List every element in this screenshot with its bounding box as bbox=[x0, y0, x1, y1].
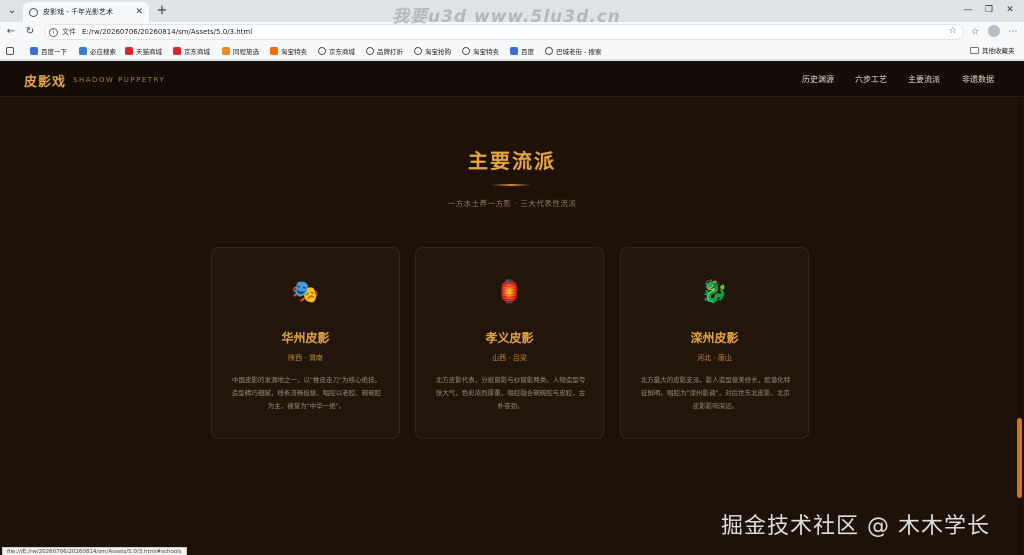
bookmark-favicon-icon bbox=[414, 47, 422, 55]
bookmark-label: 天猫商城 bbox=[136, 48, 162, 56]
nav-link-heritage-data[interactable]: 非遗数据 bbox=[962, 74, 994, 85]
nav-link-schools[interactable]: 主要流派 bbox=[908, 74, 940, 85]
nav-link-history[interactable]: 历史渊源 bbox=[802, 74, 834, 85]
refresh-icon[interactable]: ↻ bbox=[22, 24, 38, 40]
bookmark-item[interactable]: 京东商城 bbox=[318, 45, 355, 57]
page-scrollbar-thumb[interactable] bbox=[1017, 418, 1022, 498]
globe-icon bbox=[29, 7, 38, 17]
bookmark-item[interactable]: 京东商城 bbox=[173, 45, 210, 57]
bookmark-label: 百度一下 bbox=[41, 48, 67, 56]
school-card-luanzhou[interactable]: 🐉 滦州皮影 河北 · 唐山 北方最大的皮影支派，影人造型俊美修长，脸谱化特征鲜… bbox=[620, 247, 809, 439]
card-title: 滦州皮影 bbox=[690, 331, 739, 345]
bookmark-favicon-icon bbox=[125, 47, 133, 55]
favorites-icon[interactable]: ☆ bbox=[968, 25, 982, 39]
close-icon[interactable]: ✕ bbox=[135, 7, 143, 17]
bookmark-item[interactable]: 天猫商城 bbox=[125, 45, 162, 57]
info-icon[interactable]: i bbox=[49, 27, 58, 37]
card-region: 陕西 · 渭南 bbox=[288, 354, 323, 362]
card-title: 华州皮影 bbox=[281, 331, 330, 345]
bookmark-item[interactable]: 淘宝特卖 bbox=[462, 45, 499, 57]
bookmark-label: 巴城老街 - 搜索 bbox=[556, 48, 602, 56]
bookmark-label: 百度 bbox=[521, 48, 534, 56]
window-close-icon[interactable]: ✕ bbox=[1000, 2, 1020, 18]
favorite-star-icon[interactable]: ☆ bbox=[949, 26, 957, 36]
bookmark-item[interactable]: 必应搜索 bbox=[79, 45, 116, 57]
card-title: 孝义皮影 bbox=[485, 331, 534, 345]
site-header: 皮影戏 SHADOW PUPPETRY 历史渊源 六步工艺 主要流派 非遗数据 bbox=[0, 61, 1024, 97]
bookmark-favicon-icon bbox=[318, 47, 326, 55]
bookmark-item[interactable]: 百度一下 bbox=[30, 45, 67, 57]
bookmark-label: 品牌打折 bbox=[377, 48, 403, 56]
bookmark-favicon-icon bbox=[270, 47, 278, 55]
bookmark-label: 必应搜索 bbox=[90, 48, 116, 56]
card-description: 中国皮影的发源地之一，以"推皮走刀"为核心绝技。造型精巧细腻，线条流畅挺拔，唱腔… bbox=[231, 376, 382, 410]
site-logo[interactable]: 皮影戏 bbox=[24, 71, 66, 90]
bookmarks-bar: 百度一下 必应搜索 天猫商城 京东商城 同程旅选 淘宝特卖 京东商城 品牌打折 … bbox=[0, 42, 1024, 60]
bookmark-label: 同程旅选 bbox=[233, 48, 259, 56]
school-card-huazhou[interactable]: 🎭 华州皮影 陕西 · 渭南 中国皮影的发源地之一，以"推皮走刀"为核心绝技。造… bbox=[211, 247, 400, 439]
bookmark-label: 淘宝特卖 bbox=[473, 48, 499, 56]
page-viewport: 皮影戏 SHADOW PUPPETRY 历史渊源 六步工艺 主要流派 非遗数据 … bbox=[0, 61, 1024, 555]
profile-avatar[interactable] bbox=[988, 25, 1000, 37]
browser-tab-active[interactable]: 皮影戏 - 千年光影艺术 ✕ bbox=[23, 2, 149, 22]
bookmark-label: 淘宝抢购 bbox=[425, 48, 451, 56]
nav-link-craft[interactable]: 六步工艺 bbox=[855, 74, 887, 85]
title-divider bbox=[491, 184, 531, 186]
bookmark-favicon-icon bbox=[510, 47, 518, 55]
bookmark-favicon-icon bbox=[462, 47, 470, 55]
bookmark-item[interactable]: 品牌打折 bbox=[366, 45, 403, 57]
card-region: 河北 · 唐山 bbox=[697, 354, 732, 362]
minimize-icon[interactable]: — bbox=[958, 2, 978, 18]
new-tab-plus-icon[interactable]: + bbox=[154, 3, 170, 19]
bookmark-favicon-icon bbox=[173, 47, 181, 55]
back-arrow-icon[interactable]: ← bbox=[3, 24, 19, 40]
bookmark-favicon-icon bbox=[222, 47, 230, 55]
section-subtitle: 一方水土养一方影 · 三大代表性流派 bbox=[447, 199, 577, 208]
bookmark-favicon-icon bbox=[30, 47, 38, 55]
sidebar-toggle-icon[interactable] bbox=[6, 45, 17, 57]
link-status-bar: file:///E:/rw/20260706/20260814/sm/Asset… bbox=[2, 547, 187, 555]
bookmark-item[interactable]: 淘宝特卖 bbox=[270, 45, 307, 57]
opera-mask-icon: 🎭 bbox=[291, 280, 320, 305]
restore-icon[interactable]: ❐ bbox=[979, 2, 999, 18]
folder-icon bbox=[970, 46, 979, 54]
tab-list-chevron-icon[interactable]: ⌄ bbox=[4, 3, 20, 19]
more-menu-icon[interactable]: ⋯ bbox=[1006, 25, 1020, 39]
card-region: 山西 · 吕梁 bbox=[492, 354, 527, 362]
bookmark-favicon-icon bbox=[79, 47, 87, 55]
bookmark-item[interactable]: 百度 bbox=[510, 45, 534, 57]
school-card-xiaoyi[interactable]: 🏮 孝义皮影 山西 · 吕梁 北方皮影代表，分纸窗影与纱窗影两类。人物造型夸张大… bbox=[415, 247, 604, 439]
watermark-top: 我要u3d www.5lu3d.cn bbox=[392, 7, 621, 27]
tab-title: 皮影戏 - 千年光影艺术 bbox=[43, 8, 113, 16]
bookmark-favicon-icon bbox=[366, 47, 374, 55]
bookmark-label: 京东商城 bbox=[329, 48, 355, 56]
section-title: 主要流派 bbox=[468, 149, 556, 173]
bookmark-item[interactable]: 淘宝抢购 bbox=[414, 45, 451, 57]
other-bookmarks-label: 其他收藏夹 bbox=[982, 47, 1015, 55]
url-text[interactable]: E:/rw/20260706/20260814/sm/Assets/5.0/3.… bbox=[82, 28, 252, 36]
other-bookmarks-folder[interactable]: 其他收藏夹 bbox=[970, 45, 1015, 55]
bookmark-item[interactable]: 巴城老街 - 搜索 bbox=[545, 45, 601, 57]
bookmark-label: 京东商城 bbox=[184, 48, 210, 56]
watermark-bottom: 掘金技术社区 @ 木木学长 bbox=[721, 514, 990, 539]
dragon-icon: 🐉 bbox=[700, 280, 729, 305]
card-description: 北方皮影代表，分纸窗影与纱窗影两类。人物造型夸张大气，色彩浓烈厚重，唱腔融合碗碗… bbox=[435, 376, 586, 410]
red-lantern-icon: 🏮 bbox=[495, 280, 524, 305]
url-scheme-label: 文件 bbox=[62, 28, 76, 36]
bookmark-item[interactable]: 同程旅选 bbox=[222, 45, 259, 57]
bookmark-label: 淘宝特卖 bbox=[281, 48, 307, 56]
bookmark-favicon-icon bbox=[545, 47, 553, 55]
card-description: 北方最大的皮影支派，影人造型俊美修长，脸谱化特征鲜明。唱腔为"滦州影调"，对后世… bbox=[640, 376, 791, 410]
site-logo-subtitle: SHADOW PUPPETRY bbox=[73, 76, 166, 84]
